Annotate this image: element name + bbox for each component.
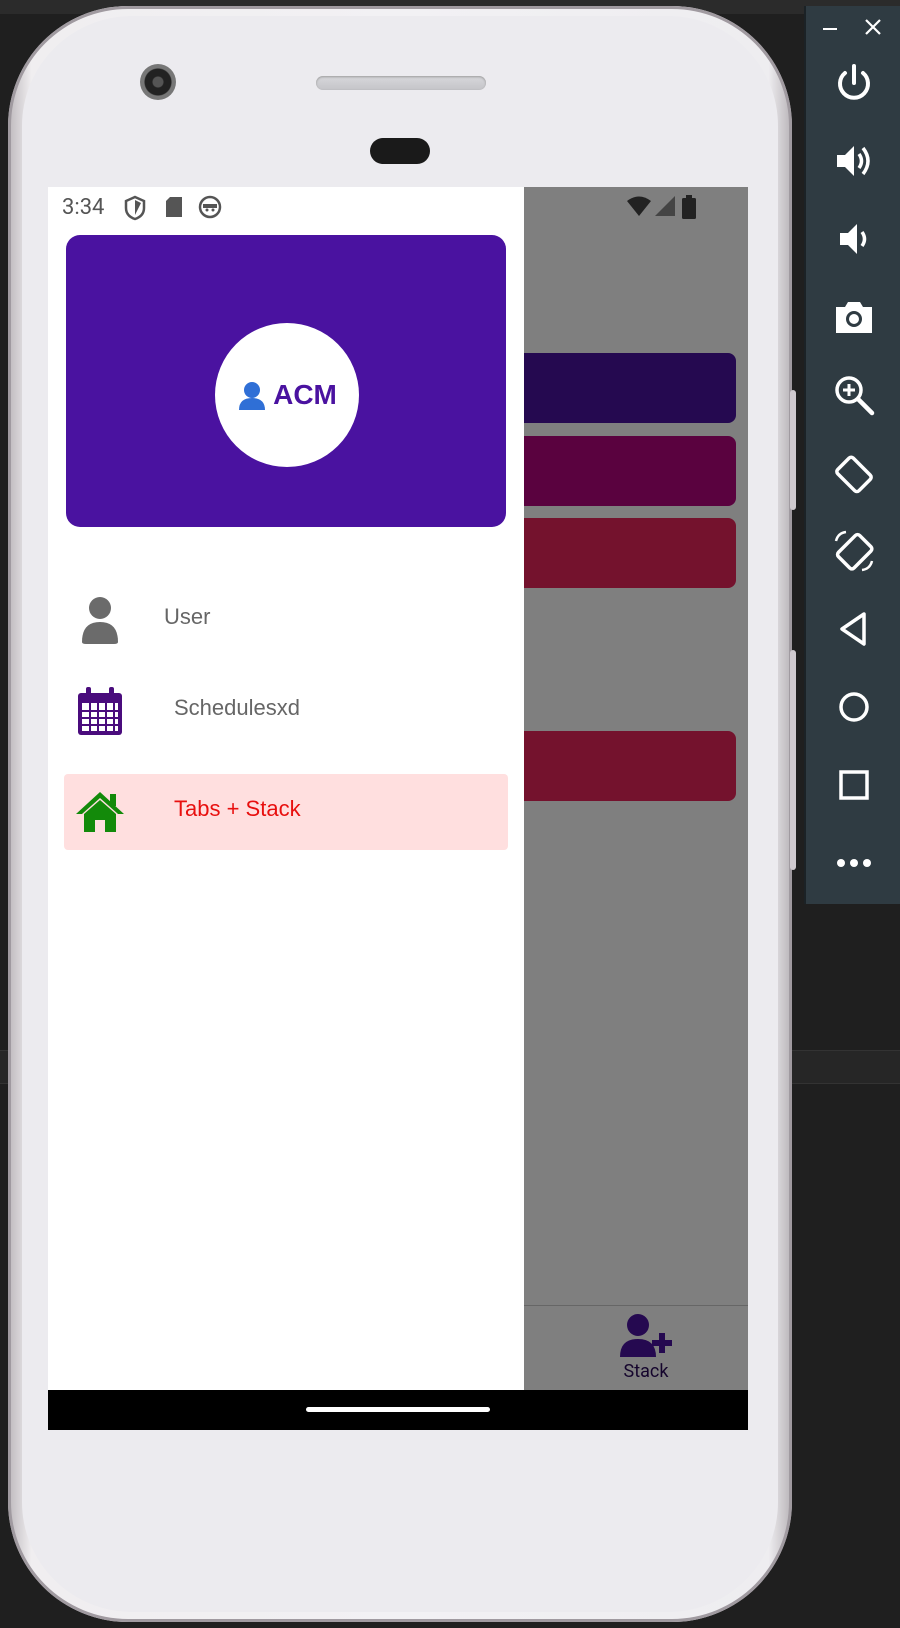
device-screen: Stack ACM User [48, 187, 748, 1430]
navigation-drawer: ACM User Schedulesxd Tabs + Stack [48, 187, 524, 1390]
phone-side-button [790, 650, 796, 870]
drawer-item-tabs-stack[interactable]: Tabs + Stack [64, 774, 508, 850]
overview-icon [839, 770, 869, 800]
volume-up-icon [837, 146, 870, 176]
volume-up-button[interactable] [806, 126, 900, 196]
avatar[interactable]: ACM [215, 323, 359, 467]
camera-icon [836, 302, 872, 333]
volume-down-button[interactable] [806, 204, 900, 274]
drawer-item-user[interactable]: User [64, 582, 508, 658]
back-icon [840, 612, 866, 646]
person-emoji-icon [239, 382, 266, 410]
minimize-icon[interactable] [822, 20, 838, 36]
home-icon [76, 792, 124, 832]
volume-down-icon [840, 224, 867, 254]
drawer-item-schedules[interactable]: Schedulesxd [64, 673, 508, 749]
status-time: 3:34 [62, 195, 105, 220]
ide-divider [780, 1050, 900, 1084]
power-button[interactable] [806, 48, 900, 118]
battery-icon [682, 195, 696, 219]
rotate-right-icon [834, 530, 874, 572]
power-icon [838, 64, 870, 100]
proximity-sensor [370, 138, 430, 164]
more-button[interactable] [806, 828, 900, 898]
drawer-header: ACM [66, 235, 506, 527]
sd-card-icon [166, 197, 182, 217]
zoom-button[interactable] [806, 360, 900, 430]
shield-icon [124, 195, 146, 221]
drawer-item-label: Schedulesxd [174, 695, 300, 720]
user-icon [82, 597, 118, 644]
back-button[interactable] [806, 594, 900, 664]
status-bar: 3:34 [48, 187, 748, 231]
close-icon[interactable] [864, 18, 882, 36]
home-button[interactable] [806, 672, 900, 742]
screenshot-button[interactable] [806, 282, 900, 352]
system-nav-bar [48, 1390, 748, 1430]
home-gesture-pill[interactable] [306, 1407, 490, 1412]
overview-button[interactable] [806, 750, 900, 820]
phone-side-button [790, 390, 796, 510]
front-camera [140, 64, 176, 100]
emulator-window-controls [806, 6, 900, 46]
more-icon [837, 859, 871, 867]
avatar-text: ACM [273, 379, 337, 410]
drawer-item-label: Tabs + Stack [174, 796, 301, 821]
rotate-left-button[interactable] [806, 438, 900, 508]
rotate-left-icon [835, 455, 873, 494]
calendar-icon [78, 687, 122, 735]
earpiece-speaker [316, 76, 486, 90]
zoom-icon [835, 376, 875, 416]
drawer-item-label: User [164, 604, 211, 629]
home-circle-icon [839, 692, 869, 722]
wifi-icon [627, 196, 651, 216]
rotate-right-button[interactable] [806, 516, 900, 586]
signal-icon [655, 196, 675, 216]
emulator-control-panel [804, 6, 900, 904]
android-debug-icon [198, 195, 222, 219]
